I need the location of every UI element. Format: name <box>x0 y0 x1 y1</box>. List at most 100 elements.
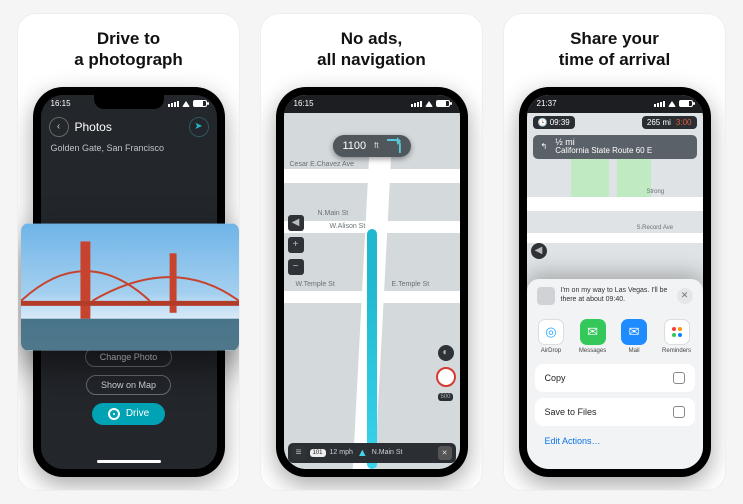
route-line <box>367 229 377 469</box>
share-target-label: AirDrop <box>541 348 561 354</box>
zoom-out-button[interactable]: − <box>288 259 304 275</box>
status-right <box>411 100 450 107</box>
mail-icon: ✉ <box>621 319 647 345</box>
signal-icon <box>654 101 665 107</box>
share-action-label: Copy <box>545 373 566 383</box>
phone-screen: 21:37 🕒 09:39 265 mi 3:00 <box>527 95 703 469</box>
share-action-save[interactable]: Save to Files <box>535 398 695 426</box>
battery-icon <box>436 100 450 107</box>
scale-chip: 500 <box>438 393 452 401</box>
chevron-left-icon: ‹ <box>57 121 60 132</box>
status-bar: 21:37 <box>527 95 703 113</box>
next-turn-distance: 1100 <box>342 140 366 152</box>
caption-line-1: No ads, <box>341 29 402 48</box>
share-action-label: Save to Files <box>545 407 597 417</box>
orientation-button[interactable]: ◀ <box>288 215 304 231</box>
screenshot-gallery: Drive to a photograph 16:15 ‹ Ph <box>0 0 743 504</box>
reminders-icon <box>664 319 690 345</box>
street-label: N.Main St <box>318 210 349 217</box>
phone-frame: 16:15 ‹ Photos ➤ Golden <box>33 87 225 477</box>
drive-button[interactable]: Drive <box>92 403 165 425</box>
layers-button[interactable]: ◐ <box>438 345 454 361</box>
map-block <box>571 153 609 197</box>
photo-actions: Change Photo Show on Map Drive <box>41 347 217 425</box>
share-edit-label: Edit Actions… <box>545 436 601 446</box>
phone-frame: 21:37 🕒 09:39 265 mi 3:00 <box>519 87 711 477</box>
guidance-road: California State Route 60 E <box>555 147 652 155</box>
screen-title: Photos <box>75 120 183 134</box>
next-turn-unit: ft <box>374 141 378 150</box>
share-target-airdrop[interactable]: ◎ AirDrop <box>538 319 564 354</box>
share-target-reminders[interactable]: Reminders <box>662 319 691 354</box>
guidance-banner[interactable]: ↰ ½ mi California State Route 60 E <box>533 135 697 159</box>
share-action-copy[interactable]: Copy <box>535 364 695 392</box>
status-right <box>654 100 693 107</box>
folder-icon <box>673 406 685 418</box>
phone-screen: 16:15 🕒 09:40 270 m <box>284 95 460 469</box>
status-bar: 16:15 <box>41 95 217 113</box>
caption-line-1: Drive to <box>97 29 160 48</box>
share-target-label: Reminders <box>662 348 691 354</box>
messages-icon: ✉ <box>580 319 606 345</box>
caption-line-2: a photograph <box>74 50 183 69</box>
map-side-controls: ◀ + − <box>288 215 304 275</box>
close-share-button[interactable]: ✕ <box>677 288 693 304</box>
share-edit-actions[interactable]: Edit Actions… <box>535 432 695 450</box>
feature-card-no-ads: No ads, all navigation 16:15 🕒 09:40 <box>261 14 482 490</box>
status-time: 21:37 <box>537 99 557 108</box>
compass-icon: ➤ <box>194 121 202 132</box>
signal-icon <box>411 101 422 107</box>
phone-frame: 16:15 🕒 09:40 270 m <box>276 87 468 477</box>
status-right <box>168 100 207 107</box>
street-label: W.Alison St <box>330 223 366 230</box>
drive-button-label: Drive <box>126 408 149 419</box>
share-target-label: Mail <box>629 348 640 354</box>
turn-left-icon: ↰ <box>541 142 548 151</box>
share-target-messages[interactable]: ✉ Messages <box>579 319 606 354</box>
battery-icon <box>679 100 693 107</box>
orientation-button[interactable]: ◀ <box>531 243 547 259</box>
wifi-icon <box>182 101 190 107</box>
golden-gate-photo <box>21 223 239 351</box>
map-road <box>527 233 703 243</box>
caption-line-2: all navigation <box>317 50 426 69</box>
share-message: I'm on my way to Las Vegas. I'll be ther… <box>561 287 671 304</box>
home-indicator <box>97 460 161 463</box>
compass-button[interactable]: ➤ <box>189 117 209 137</box>
feature-card-drive-to-photo: Drive to a photograph 16:15 ‹ Ph <box>18 14 239 490</box>
share-target-mail[interactable]: ✉ Mail <box>621 319 647 354</box>
airdrop-icon: ◎ <box>538 319 564 345</box>
photo-location-label: Golden Gate, San Francisco <box>41 141 217 159</box>
next-turn-pill[interactable]: 1100 ft <box>332 135 410 157</box>
feature-caption: Share your time of arrival <box>551 14 679 83</box>
zoom-in-button[interactable]: + <box>288 237 304 253</box>
navigation-map[interactable]: Cesar E.Chavez Ave N.Main St W.Alison St… <box>284 113 460 469</box>
back-button[interactable]: ‹ <box>49 117 69 137</box>
show-on-map-button[interactable]: Show on Map <box>86 375 171 395</box>
share-targets-row: ◎ AirDrop ✉ Messages ✉ Mail <box>527 313 703 364</box>
selected-photo[interactable] <box>21 223 239 351</box>
status-bar: 16:15 <box>284 95 460 113</box>
speed-limit-icon <box>436 367 456 387</box>
copy-icon <box>673 372 685 384</box>
feature-caption: Drive to a photograph <box>66 14 191 83</box>
street-label: W.Temple St <box>296 281 335 288</box>
close-icon: ✕ <box>681 290 689 301</box>
wifi-icon <box>668 101 676 107</box>
close-nav-button[interactable]: ✕ <box>438 446 452 460</box>
caption-line-2: time of arrival <box>559 50 671 69</box>
battery-icon <box>193 100 207 107</box>
share-sheet: I'm on my way to Las Vegas. I'll be ther… <box>527 279 703 469</box>
bottom-speed: 12 mph <box>330 449 353 456</box>
heading-arrow-icon: ▲ <box>357 447 368 459</box>
status-time: 16:15 <box>294 99 314 108</box>
steering-wheel-icon <box>108 408 120 420</box>
street-label: S.Record Ave <box>637 225 674 231</box>
turn-right-icon <box>387 139 401 153</box>
menu-button[interactable]: ≡ <box>292 446 306 460</box>
street-label: Strong <box>647 189 665 195</box>
street-label: E.Temple St <box>392 281 430 288</box>
share-thumbnail <box>537 287 555 305</box>
route-shield: 101 <box>310 449 326 457</box>
caption-line-1: Share your <box>570 29 659 48</box>
